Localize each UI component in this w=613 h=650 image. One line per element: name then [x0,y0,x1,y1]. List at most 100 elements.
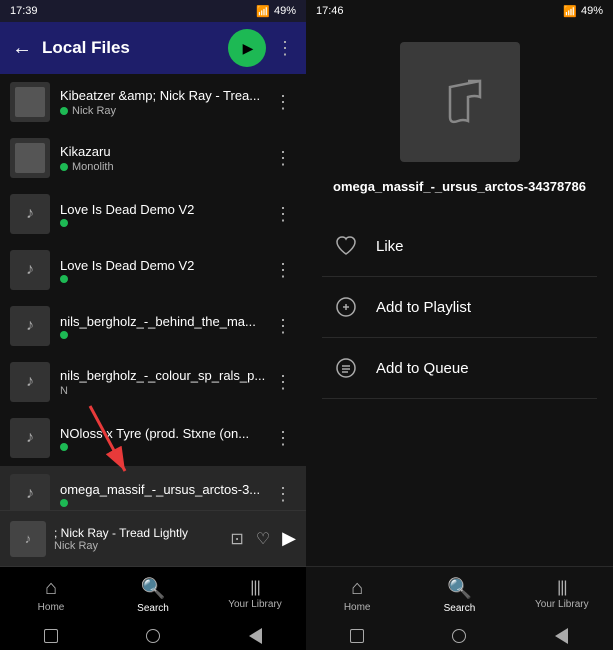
home-button-right[interactable] [449,626,469,646]
play-all-button[interactable] [228,29,266,67]
track-artist-row [60,275,270,283]
list-item[interactable]: ♪ Love Is Dead Demo V2 ⋮ [0,186,306,242]
nav-library-right[interactable]: ||| Your Library [511,567,613,622]
track-more-button[interactable]: ⋮ [270,88,296,117]
signal-icon-right: 📶 [563,5,577,18]
time-left: 17:39 [10,5,38,17]
back-button[interactable]: ← [12,37,32,60]
add-to-queue-button[interactable]: Add to Queue [322,338,597,399]
right-panel: 17:46 📶 49% omega_massif_-_ursus_arctos-… [306,0,613,650]
track-more-button[interactable]: ⋮ [270,256,296,285]
library-icon: ||| [250,579,259,597]
track-name: Kibeatzer &amp; Nick Ray - Trea... [60,88,270,103]
track-more-button[interactable]: ⋮ [270,368,296,397]
devices-icon[interactable]: ⊡ [230,529,243,549]
home-icon-right: ⌂ [351,577,363,600]
list-item[interactable]: ♪ omega_massif_-_ursus_arctos-3... ⋮ [0,466,306,510]
track-name: Love Is Dead Demo V2 [60,258,270,273]
home-icon: ⌂ [45,577,57,600]
now-playing-note: ♪ [25,531,32,546]
back-button-android-right[interactable] [552,626,572,646]
thumb-img [15,143,45,173]
track-name: Kikazaru [60,144,270,159]
status-bar-left: 17:39 📶 49% [0,0,306,22]
green-dot [60,499,68,507]
track-more-button[interactable]: ⋮ [270,200,296,229]
track-info: nils_bergholz_-_behind_the_ma... [60,314,270,339]
now-playing-title: ; Nick Ray - Tread Lightly [54,526,222,540]
green-dot [60,443,68,451]
track-info: Kikazaru Monolith [60,144,270,173]
track-name: NOloss x Tyre (prod. Stxne (on... [60,426,270,441]
nav-library[interactable]: ||| Your Library [204,567,306,622]
list-item[interactable]: ♪ NOloss x Tyre (prod. Stxne (on... ⋮ [0,410,306,466]
list-item[interactable]: ♪ nils_bergholz_-_colour_sp_rals_p... N … [0,354,306,410]
nav-home-label-right: Home [344,602,371,613]
album-art [400,42,520,162]
now-playing-info: ; Nick Ray - Tread Lightly Nick Ray [54,526,222,552]
add-to-queue-label: Add to Queue [376,360,469,377]
nav-library-label: Your Library [228,599,282,610]
menu-list: Like Add to Playlist [322,216,597,399]
track-list: Kibeatzer &amp; Nick Ray - Trea... Nick … [0,74,306,510]
nav-search-label-right: Search [444,603,476,614]
bottom-nav: ⌂ Home 🔍 Search ||| Your Library [0,566,306,622]
home-button[interactable] [143,626,163,646]
track-info: Kibeatzer &amp; Nick Ray - Trea... Nick … [60,88,270,117]
track-artist-row: Nick Ray [60,105,270,117]
nav-home[interactable]: ⌂ Home [0,567,102,622]
back-button-android[interactable] [245,626,265,646]
heart-icon[interactable]: ♡ [256,529,270,549]
now-playing-artist: Nick Ray [54,540,222,552]
track-thumbnail: ♪ [10,362,50,402]
track-thumbnail: ♪ [10,418,50,458]
nav-home-label: Home [38,602,65,613]
battery-left: 49% [274,5,296,17]
music-note-icon: ♪ [26,485,34,503]
green-dot [60,331,68,339]
playlist-icon-wrap [330,291,362,323]
now-playing-bar[interactable]: ♪ ; Nick Ray - Tread Lightly Nick Ray ⊡ … [0,510,306,566]
like-button[interactable]: Like [322,216,597,277]
queue-icon [335,357,357,379]
track-more-button[interactable]: ⋮ [270,424,296,453]
track-artist-row [60,443,270,451]
now-playing-controls: ⊡ ♡ ▶ [230,528,296,549]
options-icon[interactable]: ⋮ [276,38,294,59]
track-info: nils_bergholz_-_colour_sp_rals_p... N [60,368,270,397]
nav-search[interactable]: 🔍 Search [102,567,204,622]
track-more-button[interactable]: ⋮ [270,144,296,173]
heart-icon [335,235,357,257]
list-item[interactable]: ♪ Love Is Dead Demo V2 ⋮ [0,242,306,298]
track-name: omega_massif_-_ursus_arctos-3... [60,482,270,497]
track-info: omega_massif_-_ursus_arctos-3... [60,482,270,507]
track-name: nils_bergholz_-_colour_sp_rals_p... [60,368,270,383]
track-thumbnail: ♪ [10,250,50,290]
nav-home-right[interactable]: ⌂ Home [306,567,408,622]
green-dot [60,107,68,115]
track-info: NOloss x Tyre (prod. Stxne (on... [60,426,270,451]
add-to-playlist-button[interactable]: Add to Playlist [322,277,597,338]
music-note-icon: ♪ [26,317,34,335]
search-icon: 🔍 [141,576,166,601]
like-icon-wrap [330,230,362,262]
track-more-button[interactable]: ⋮ [270,480,296,509]
green-dot [60,163,68,171]
add-to-playlist-label: Add to Playlist [376,299,471,316]
track-more-button[interactable]: ⋮ [270,312,296,341]
status-bar-right: 17:46 📶 49% [306,0,613,22]
nav-search-right[interactable]: 🔍 Search [408,567,510,622]
green-dot [60,275,68,283]
bottom-nav-right: ⌂ Home 🔍 Search ||| Your Library [306,566,613,622]
track-artist-row: N [60,385,270,397]
track-thumbnail: ♪ [10,306,50,346]
list-item[interactable]: ♪ nils_bergholz_-_behind_the_ma... ⋮ [0,298,306,354]
list-item[interactable]: Kikazaru Monolith ⋮ [0,130,306,186]
signal-icon: 📶 [256,5,270,18]
list-item[interactable]: Kibeatzer &amp; Nick Ray - Trea... Nick … [0,74,306,130]
recents-button[interactable] [41,626,61,646]
play-pause-button[interactable]: ▶ [282,528,296,549]
track-artist-row: Monolith [60,161,270,173]
music-note-icon: ♪ [26,261,34,279]
recents-button-right[interactable] [347,626,367,646]
